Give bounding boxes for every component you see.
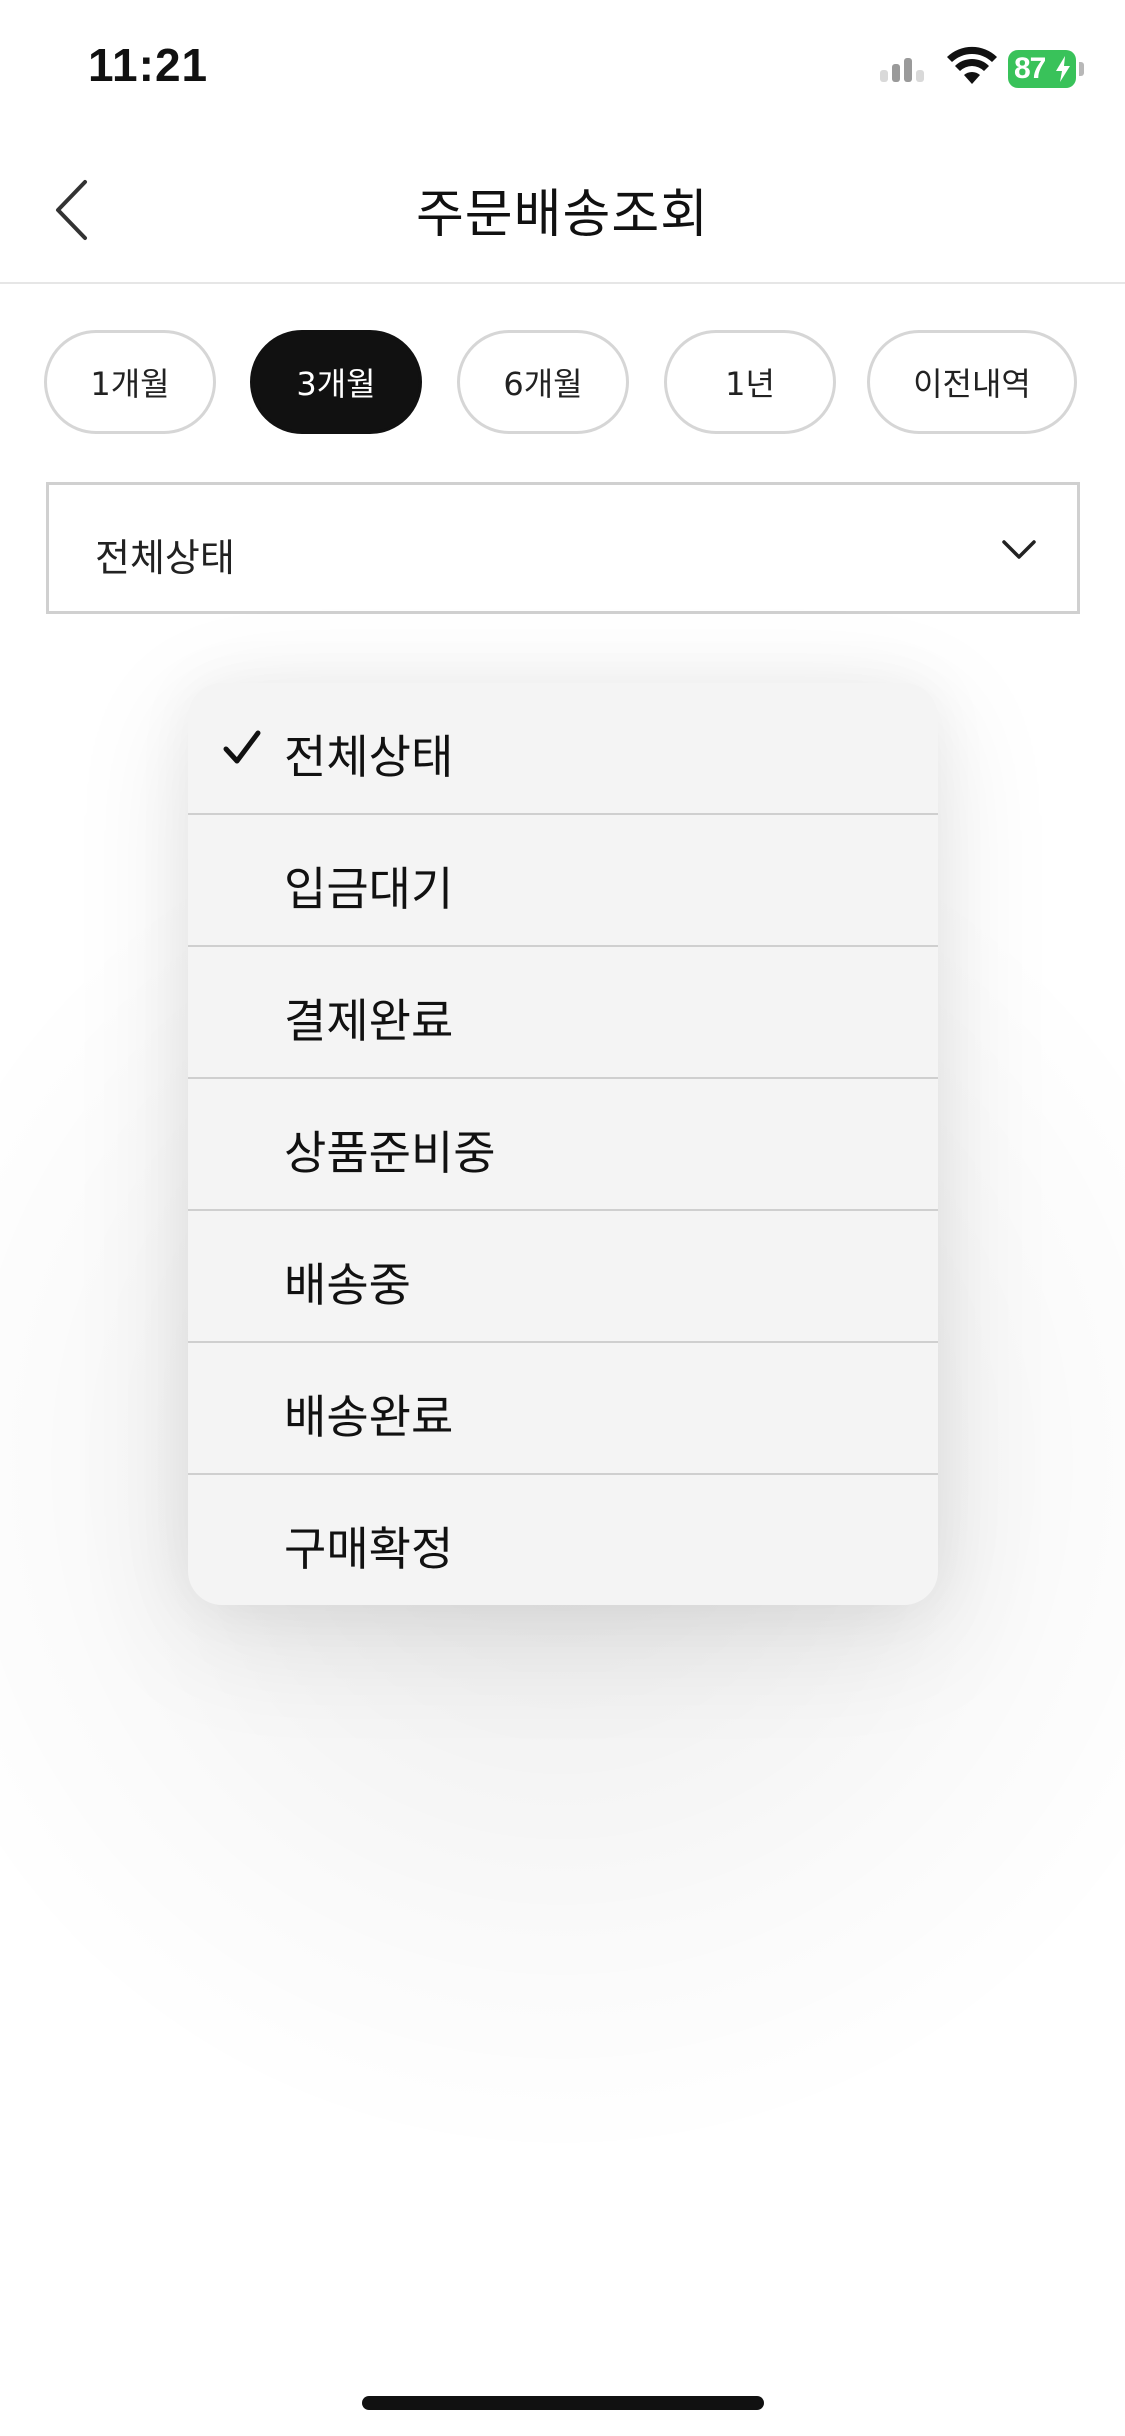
status-time: 11:21 bbox=[88, 39, 209, 91]
period-chip-3-months[interactable]: 3개월 bbox=[250, 330, 422, 434]
period-chip-previous[interactable]: 이전내역 bbox=[867, 330, 1077, 434]
period-chip-1-month[interactable]: 1개월 bbox=[44, 330, 216, 434]
menu-item-label: 전체상태 bbox=[284, 730, 454, 784]
battery-charging-icon: 87 bbox=[1008, 50, 1084, 88]
period-filter: 1개월 3개월 6개월 1년 이전내역 bbox=[44, 330, 1084, 436]
menu-item-preparing[interactable]: 상품준비중 bbox=[188, 1079, 938, 1211]
wifi-icon bbox=[947, 46, 997, 84]
menu-item-label: 입금대기 bbox=[284, 862, 454, 916]
menu-item-label: 구매확정 bbox=[284, 1522, 454, 1576]
menu-item-label: 결제완료 bbox=[284, 994, 454, 1048]
home-indicator[interactable] bbox=[362, 2396, 764, 2410]
checkmark-icon bbox=[223, 730, 261, 764]
period-chip-1-year[interactable]: 1년 bbox=[664, 330, 836, 434]
menu-item-shipping[interactable]: 배송중 bbox=[188, 1211, 938, 1343]
menu-item-purchase-confirmed[interactable]: 구매확정 bbox=[188, 1475, 938, 1605]
status-select-value: 전체상태 bbox=[95, 536, 235, 580]
status-bar: 11:21 87 bbox=[0, 0, 1125, 130]
page-title: 주문배송조회 bbox=[415, 185, 710, 245]
menu-item-payment-complete[interactable]: 결제완료 bbox=[188, 947, 938, 1079]
menu-item-label: 상품준비중 bbox=[284, 1126, 496, 1180]
chevron-down-icon bbox=[1002, 540, 1036, 559]
header: 주문배송조회 bbox=[0, 130, 1125, 284]
status-select[interactable]: 전체상태 bbox=[46, 482, 1080, 614]
menu-item-label: 배송완료 bbox=[284, 1390, 454, 1444]
menu-item-all-status[interactable]: 전체상태 bbox=[188, 683, 938, 815]
menu-item-delivered[interactable]: 배송완료 bbox=[188, 1343, 938, 1475]
status-menu: 전체상태 입금대기 결제완료 상품준비중 배송중 배송완료 구매확정 bbox=[188, 683, 938, 1605]
menu-item-label: 배송중 bbox=[284, 1258, 411, 1312]
menu-item-awaiting-deposit[interactable]: 입금대기 bbox=[188, 815, 938, 947]
battery-level: 87 bbox=[1014, 52, 1046, 85]
period-chip-6-months[interactable]: 6개월 bbox=[457, 330, 629, 434]
bolt-icon bbox=[1056, 56, 1070, 82]
signal-icon bbox=[880, 58, 924, 82]
order-delivery-screen: 11:21 87 주문배송조회 1개월 3개월 6개월 1년 이전내역 전체상태… bbox=[0, 0, 1125, 2436]
